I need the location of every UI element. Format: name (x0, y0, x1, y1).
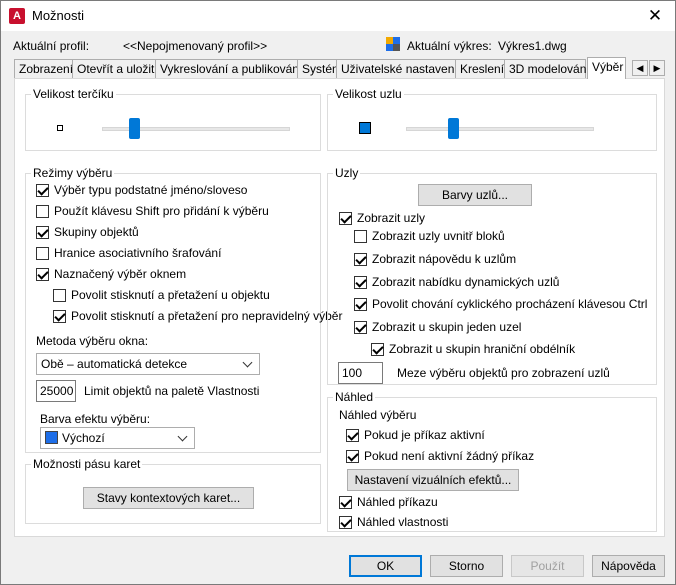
current-profile-label: Aktuální profil: (13, 39, 90, 53)
current-profile-value: <<Nepojmenovaný profil>> (123, 39, 268, 53)
properties-limit-label: Limit objektů na paletě Vlastnosti (84, 384, 260, 398)
preview-title: Náhled (333, 390, 376, 404)
pickbox-preview (57, 125, 63, 131)
tab-system[interactable]: Systém (297, 59, 342, 79)
bounding-box-groups-box[interactable] (371, 343, 384, 356)
press-drag-object-box[interactable] (53, 289, 66, 302)
color-swatch (45, 431, 58, 444)
single-grip-groups-label: Zobrazit u skupin jeden uzel (372, 320, 522, 334)
grip-tips-label: Zobrazit nápovědu k uzlům (372, 252, 517, 266)
grip-colors-button[interactable]: Barvy uzlů... (418, 184, 532, 206)
ribbon-options-group: Možnosti pásu karet Stavy kontextových k… (25, 457, 321, 524)
ctrl-cycling-label: Povolit chování cyklického procházení kl… (372, 297, 648, 311)
ctrl-cycling-box[interactable] (354, 298, 367, 311)
bounding-box-groups-label: Zobrazit u skupin hraniční obdélník (389, 342, 576, 356)
grips-group: Uzly Barvy uzlů... Zobrazit uzly Zobrazi… (327, 166, 657, 385)
close-icon[interactable]: ✕ (641, 4, 669, 28)
grips-in-blocks-label: Zobrazit uzly uvnitř bloků (372, 229, 505, 243)
tab-zobrazeni[interactable]: Zobrazení (14, 59, 73, 79)
tab-open-save[interactable]: Otevřít a uložit (72, 59, 156, 79)
tab-plot-publish[interactable]: Vykreslování a publikování (155, 59, 302, 79)
grip-size-group: Velikost uzlu (327, 87, 657, 151)
tab-user-preferences[interactable]: Uživatelské nastavení (336, 59, 458, 79)
object-grouping-box[interactable] (36, 226, 49, 239)
grip-preview (359, 122, 371, 134)
property-preview-box[interactable] (339, 516, 352, 529)
command-preview-label: Náhled příkazu (357, 495, 438, 509)
shift-add-label: Použít klávesu Shift pro přidání k výběr… (54, 204, 269, 218)
grips-title: Uzly (333, 166, 361, 180)
window-method-dropdown[interactable]: Obě – automatická detekce (36, 353, 260, 375)
window-method-value: Obě – automatická detekce (41, 357, 188, 371)
grip-object-limit-label: Meze výběru objektů pro zobrazení uzlů (397, 366, 610, 380)
help-button[interactable]: Nápověda (592, 555, 665, 577)
chevron-down-icon (242, 357, 253, 368)
noun-verb-box[interactable] (36, 184, 49, 197)
window-title: Možnosti (32, 8, 85, 23)
hatch-boundary-box[interactable] (36, 247, 49, 260)
properties-limit-input[interactable]: 25000 (36, 380, 76, 402)
grip-size-slider-thumb[interactable] (448, 118, 459, 139)
preview-group: Náhled Náhled výběru Pokud je příkaz akt… (327, 390, 657, 532)
grips-in-blocks-box[interactable] (354, 230, 367, 243)
dynamic-grip-menu-label: Zobrazit nabídku dynamických uzlů (372, 275, 560, 289)
effect-color-dropdown[interactable]: Výchozí (40, 427, 195, 449)
title-bar: A Možnosti ✕ (1, 1, 675, 31)
tab-selection[interactable]: Výběr (587, 57, 626, 79)
preview-command-active-label: Pokud je příkaz aktivní (364, 428, 485, 442)
grip-size-slider[interactable] (406, 127, 594, 131)
pickbox-size-title: Velikost terčíku (31, 87, 116, 101)
apply-button[interactable]: Použít (511, 555, 584, 577)
options-dialog: A Možnosti ✕ Aktuální profil: <<Nepojmen… (0, 0, 676, 585)
current-drawing-value: Výkres1.dwg (498, 39, 567, 53)
effect-color-value: Výchozí (62, 431, 105, 445)
command-preview-box[interactable] (339, 496, 352, 509)
tab-drafting[interactable]: Kreslení (455, 59, 505, 79)
pickbox-size-group: Velikost terčíku (25, 87, 321, 151)
visual-effects-settings-button[interactable]: Nastavení vizuálních efektů... (347, 469, 519, 491)
press-drag-object-label: Povolit stisknutí a přetažení u objektu (71, 288, 270, 302)
implied-window-box[interactable] (36, 268, 49, 281)
chevron-down-icon (177, 431, 188, 442)
ok-button[interactable]: OK (349, 555, 422, 577)
selection-modes-title: Režimy výběru (31, 166, 115, 180)
grip-object-limit-input[interactable]: 100 (338, 362, 383, 384)
autocad-app-icon: A (9, 8, 25, 24)
window-method-label: Metoda výběru okna: (36, 334, 149, 348)
cancel-button[interactable]: Storno (430, 555, 503, 577)
selection-tab-panel: Velikost terčíku Velikost uzlu Režimy vý… (14, 78, 665, 537)
dynamic-grip-menu-box[interactable] (354, 276, 367, 289)
implied-window-label: Naznačený výběr oknem (54, 267, 187, 281)
show-grips-box[interactable] (339, 212, 352, 225)
preview-command-active-box[interactable] (346, 429, 359, 442)
tab-scroll-left-icon[interactable]: ◀ (632, 60, 648, 76)
drawing-file-icon (386, 37, 400, 51)
property-preview-label: Náhled vlastnosti (357, 515, 449, 529)
preview-no-command-box[interactable] (346, 450, 359, 463)
single-grip-groups-box[interactable] (354, 321, 367, 334)
hatch-boundary-label: Hranice asociativního šrafování (54, 246, 222, 260)
ribbon-options-title: Možnosti pásu karet (31, 457, 143, 471)
selection-modes-group: Režimy výběru Výběr typu podstatné jméno… (25, 166, 342, 453)
press-drag-lasso-box[interactable] (53, 310, 66, 323)
preview-no-command-label: Pokud není aktivní žádný příkaz (364, 449, 535, 463)
shift-add-box[interactable] (36, 205, 49, 218)
object-grouping-label: Skupiny objektů (54, 225, 139, 239)
contextual-tab-states-button[interactable]: Stavy kontextových karet... (83, 487, 254, 509)
press-drag-lasso-label: Povolit stisknutí a přetažení pro neprav… (71, 309, 343, 323)
pickbox-slider-thumb[interactable] (128, 118, 140, 139)
selection-preview-label: Náhled výběru (339, 408, 417, 422)
tab-scroll-right-icon[interactable]: ▶ (649, 60, 665, 76)
tab-3d-modeling[interactable]: 3D modelování (504, 59, 590, 79)
current-drawing-label: Aktuální výkres: (407, 39, 492, 53)
noun-verb-label: Výběr typu podstatné jméno/sloveso (54, 183, 248, 197)
show-grips-label: Zobrazit uzly (357, 211, 426, 225)
effect-color-label: Barva efektu výběru: (40, 412, 151, 426)
grip-size-title: Velikost uzlu (333, 87, 404, 101)
grip-tips-box[interactable] (354, 253, 367, 266)
